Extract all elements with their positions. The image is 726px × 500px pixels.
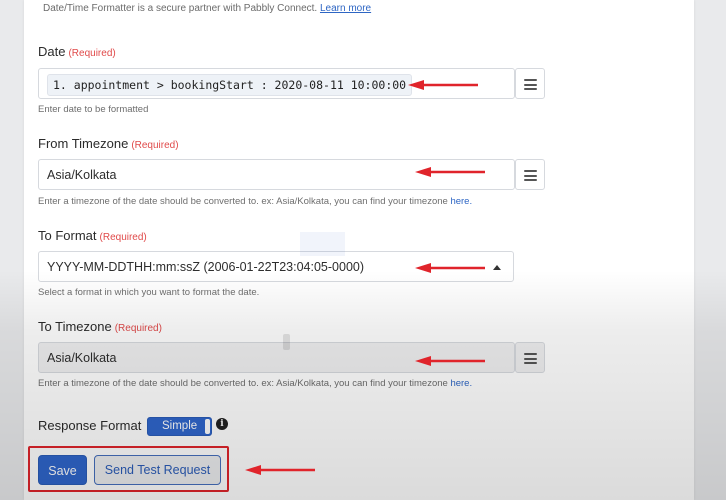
to-timezone-menu-button[interactable] (515, 342, 545, 373)
save-button[interactable]: Save (38, 455, 87, 485)
send-test-request-button[interactable]: Send Test Request (94, 455, 221, 485)
info-icon[interactable]: i (216, 418, 228, 430)
date-menu-button[interactable] (515, 68, 545, 99)
menu-icon (524, 353, 537, 367)
learn-more-link[interactable]: Learn more (320, 3, 371, 14)
response-format-toggle[interactable]: Simple (147, 417, 212, 436)
date-label-text: Date (38, 44, 66, 59)
from-timezone-label-text: From Timezone (38, 136, 129, 151)
from-timezone-help-text: Enter a timezone of the date should be c… (38, 196, 448, 207)
red-arrow-annotation (245, 465, 315, 475)
to-format-value: YYYY-MM-DDTHH:mm:ssZ (2006-01-22T23:04:0… (47, 260, 365, 274)
caret-up-icon (493, 265, 501, 270)
from-timezone-help: Enter a timezone of the date should be c… (38, 196, 472, 207)
to-timezone-label-text: To Timezone (38, 319, 112, 334)
partner-notice: Date/Time Formatter is a secure partner … (43, 3, 371, 14)
date-help: Enter date to be formatted (38, 104, 149, 115)
red-arrow-annotation (415, 167, 485, 177)
response-format-label: Response Format (38, 418, 142, 433)
from-timezone-required: (Required) (131, 140, 179, 151)
to-format-label-text: To Format (38, 228, 97, 243)
red-arrow-annotation (408, 80, 478, 90)
red-arrow-annotation (415, 356, 485, 366)
from-timezone-label: From Timezone (Required) (38, 136, 179, 151)
to-timezone-here-link[interactable]: here. (450, 378, 472, 389)
to-timezone-help-text: Enter a timezone of the date should be c… (38, 378, 448, 389)
response-format-toggle-label: Simple (162, 420, 198, 432)
to-timezone-required: (Required) (114, 323, 162, 334)
from-timezone-value: Asia/Kolkata (47, 168, 117, 182)
red-arrow-annotation (415, 263, 485, 273)
to-timezone-value: Asia/Kolkata (47, 351, 117, 365)
partner-text: Date/Time Formatter is a secure partner … (43, 3, 318, 14)
toggle-knob (205, 419, 210, 434)
date-required: (Required) (68, 48, 116, 59)
to-format-help: Select a format in which you want to for… (38, 287, 260, 298)
to-timezone-help: Enter a timezone of the date should be c… (38, 378, 472, 389)
menu-icon (524, 170, 537, 184)
ghost-scroll-handle (283, 334, 290, 350)
date-value-chip[interactable]: 1. appointment > bookingStart : 2020-08-… (47, 74, 413, 96)
date-label: Date (Required) (38, 44, 116, 59)
to-format-required: (Required) (99, 232, 147, 243)
menu-icon (524, 79, 537, 93)
from-timezone-here-link[interactable]: here. (450, 196, 472, 207)
to-timezone-label: To Timezone (Required) (38, 319, 162, 334)
from-timezone-menu-button[interactable] (515, 159, 545, 190)
to-format-label: To Format (Required) (38, 228, 147, 243)
